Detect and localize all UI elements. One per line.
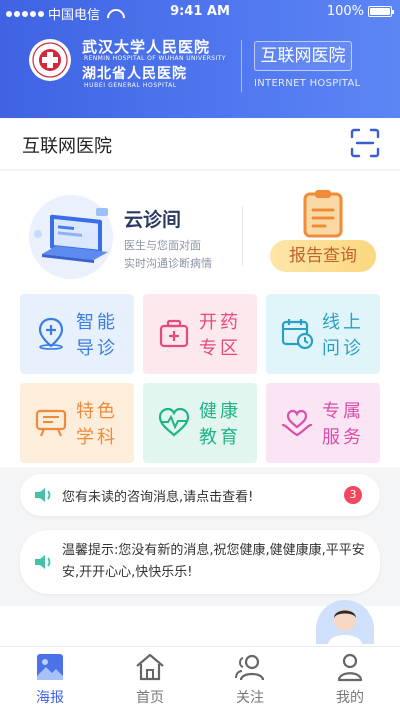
tile-label-line2: 导诊 <box>76 338 118 359</box>
speaker-icon <box>35 555 51 569</box>
hospital-name-en-1: RENMIN HOSPITAL OF WUHAN UNIVERSITY <box>84 55 226 62</box>
tile-featured-disciplines[interactable]: 特色 学科 <box>20 383 134 463</box>
tab-label: 我的 <box>336 690 364 706</box>
tab-home[interactable]: 首页 <box>100 647 200 711</box>
header-divider <box>241 40 242 92</box>
tile-medicine-zone[interactable]: 开药 专区 <box>143 294 257 374</box>
follow-users-icon <box>235 654 265 681</box>
tile-label-line2: 问诊 <box>322 338 364 359</box>
tile-label-line1: 开药 <box>199 312 241 333</box>
report-query-button[interactable]: 报告查询 <box>270 240 376 272</box>
tab-label: 关注 <box>236 690 264 706</box>
hospital-name-en-2: HUBEI GENERAL HOSPITAL <box>84 82 177 89</box>
hospital-header-banner: 中国电信 9:41 AM 100% 武汉大学人民医院 RENMIN HOSPIT… <box>0 0 400 118</box>
speaker-icon <box>35 488 51 502</box>
poster-image-icon <box>37 654 63 680</box>
hospital-name-cn-1: 武汉大学人民医院 <box>82 38 211 56</box>
tab-follow[interactable]: 关注 <box>200 647 300 711</box>
tile-label-line1: 线上 <box>322 312 364 333</box>
medicine-box-icon <box>159 319 189 348</box>
page-title: 互联网医院 <box>22 136 112 157</box>
feature-divider <box>242 206 243 266</box>
tip-notice-text: 温馨提示:您没有新的消息,祝您健康,健健康康,平平安安,开开心心,快快乐乐! <box>62 543 365 580</box>
tile-online-consult[interactable]: 线上 问诊 <box>266 294 380 374</box>
cloud-clinic-subtitle-2: 实时沟通诊断病情 <box>124 257 212 270</box>
calendar-clock-icon <box>281 319 314 350</box>
battery-icon <box>368 6 394 17</box>
unread-count-badge: 3 <box>344 486 362 504</box>
home-icon <box>136 653 164 681</box>
unread-message-notice[interactable]: 您有未读的咨询消息,请点击查看! <box>20 474 380 516</box>
tile-label-line2: 学科 <box>76 427 118 448</box>
unread-notice-text: 您有未读的咨询消息,请点击查看! <box>62 490 254 505</box>
status-bar: 中国电信 9:41 AM 100% <box>0 0 400 24</box>
tab-poster[interactable]: 海报 <box>0 647 100 711</box>
title-bar: 互联网医院 <box>0 118 400 170</box>
location-plus-icon <box>38 317 64 350</box>
cloud-clinic-subtitle-1: 医生与您面对面 <box>124 239 201 252</box>
tile-label-line1: 健康 <box>199 401 241 422</box>
presentation-board-icon <box>35 409 67 437</box>
tile-label-line2: 服务 <box>322 427 364 448</box>
tab-label: 海报 <box>36 690 64 706</box>
tile-label-line1: 智能 <box>76 312 118 333</box>
heart-hand-icon <box>281 409 313 437</box>
tab-label: 首页 <box>136 690 164 706</box>
report-clipboard-icon[interactable] <box>302 188 344 238</box>
internet-hospital-en-label: INTERNET HOSPITAL <box>254 78 361 89</box>
hospital-name-cn-2: 湖北省人民医院 <box>82 66 187 82</box>
tile-label-line1: 特色 <box>76 401 118 422</box>
tile-exclusive-service[interactable]: 专属 服务 <box>266 383 380 463</box>
profile-icon <box>337 653 363 682</box>
bottom-tab-bar: 海报 首页 关注 我的 <box>0 646 400 711</box>
tile-label-line2: 教育 <box>199 427 241 448</box>
tile-smart-guide[interactable]: 智能 导诊 <box>20 294 134 374</box>
internet-hospital-label: 互联网医院 <box>254 41 352 71</box>
cloud-clinic-title[interactable]: 云诊间 <box>124 205 181 232</box>
hospital-logo-icon <box>29 39 71 81</box>
tile-label-line2: 专区 <box>199 338 241 359</box>
battery-percent: 100% <box>326 4 364 19</box>
heart-pulse-icon <box>158 407 190 437</box>
tip-notice: 温馨提示:您没有新的消息,祝您健康,健健康康,平平安安,开开心心,快快乐乐! <box>20 530 380 594</box>
tile-label-line1: 专属 <box>322 401 364 422</box>
tile-health-education[interactable]: 健康 教育 <box>143 383 257 463</box>
tab-profile[interactable]: 我的 <box>300 647 400 711</box>
laptop-illustration-icon[interactable] <box>26 194 116 280</box>
scan-icon[interactable] <box>350 128 380 158</box>
